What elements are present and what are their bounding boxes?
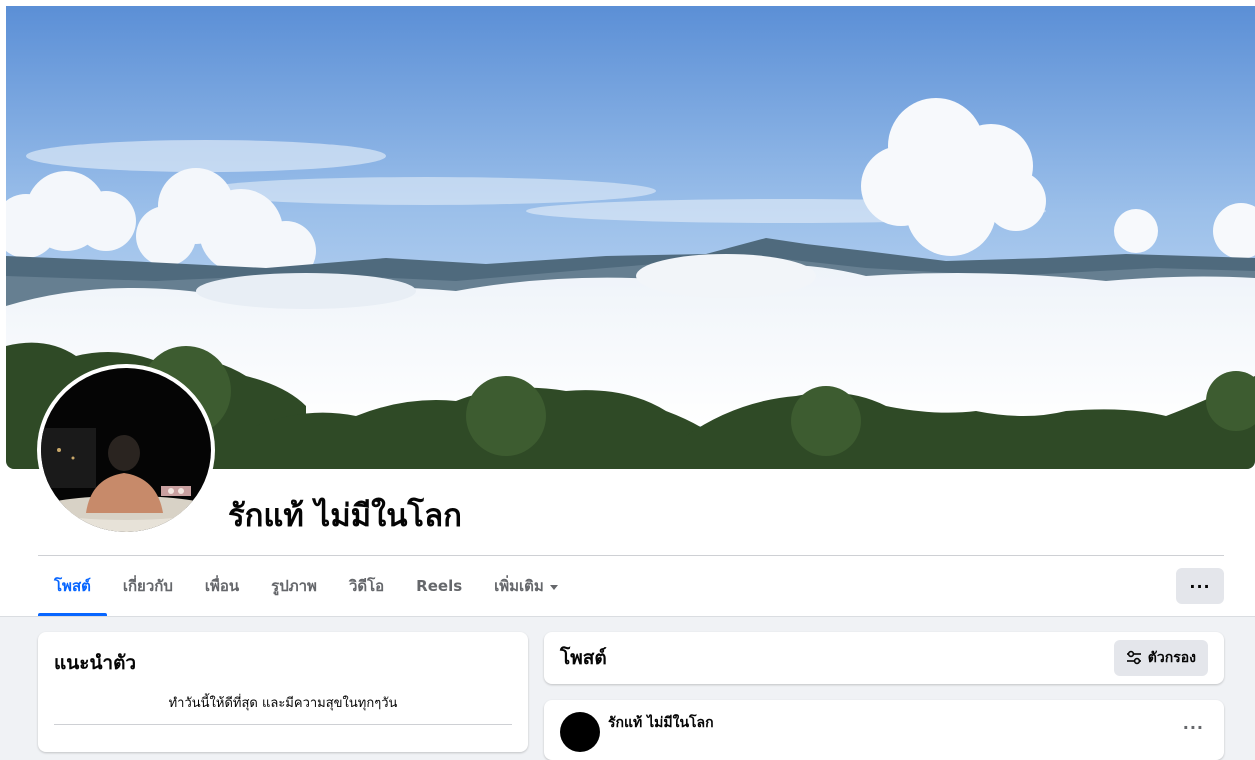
tab-photos[interactable]: รูปภาพ — [255, 556, 333, 616]
tab-reels[interactable]: Reels — [400, 556, 478, 616]
sliders-icon — [1126, 650, 1141, 665]
tab-posts[interactable]: โพสต์ — [38, 556, 107, 616]
profile-tabs: โพสต์ เกี่ยวกับ เพื่อน รูปภาพ วิดีโอ Ree… — [38, 556, 574, 616]
posts-title: โพสต์ — [560, 647, 607, 669]
more-options-button[interactable]: ··· — [1176, 568, 1224, 604]
profile-avatar[interactable] — [37, 364, 215, 536]
tab-label: เกี่ยวกับ — [122, 577, 173, 595]
intro-divider — [54, 724, 512, 725]
post-author-avatar[interactable] — [560, 712, 600, 752]
tab-label: รูปภาพ — [271, 577, 317, 595]
post-author-name[interactable]: รักแท้ ไม่มีในโลก — [608, 712, 714, 734]
filter-label: ตัวกรอง — [1147, 650, 1196, 666]
intro-card: แนะนำตัว ทำวันนี้ให้ดีที่สุด และมีความสุ… — [38, 632, 528, 752]
post-menu-button[interactable]: ··· — [1183, 718, 1204, 737]
tab-label: เพิ่มเติม — [494, 577, 544, 595]
tab-more[interactable]: เพิ่มเติม — [478, 556, 574, 616]
tab-about[interactable]: เกี่ยวกับ — [107, 556, 189, 616]
posts-header-card: โพสต์ ตัวกรอง — [544, 632, 1224, 684]
chevron-down-icon — [549, 584, 558, 590]
tab-label: Reels — [416, 577, 463, 595]
post-card: รักแท้ ไม่มีในโลก ··· — [544, 700, 1224, 760]
tab-label: เพื่อน — [204, 577, 240, 595]
filter-button[interactable]: ตัวกรอง — [1113, 640, 1208, 676]
tab-friends[interactable]: เพื่อน — [189, 556, 255, 616]
intro-title: แนะนำตัว — [54, 652, 137, 674]
tab-videos[interactable]: วิดีโอ — [333, 556, 400, 616]
tab-label: โพสต์ — [54, 577, 91, 595]
profile-name: รักแท้ ไม่มีในโลก — [228, 498, 462, 534]
tab-label: วิดีโอ — [348, 577, 385, 595]
intro-bio: ทำวันนี้ให้ดีที่สุด และมีความสุขในทุกๆวั… — [168, 696, 398, 711]
